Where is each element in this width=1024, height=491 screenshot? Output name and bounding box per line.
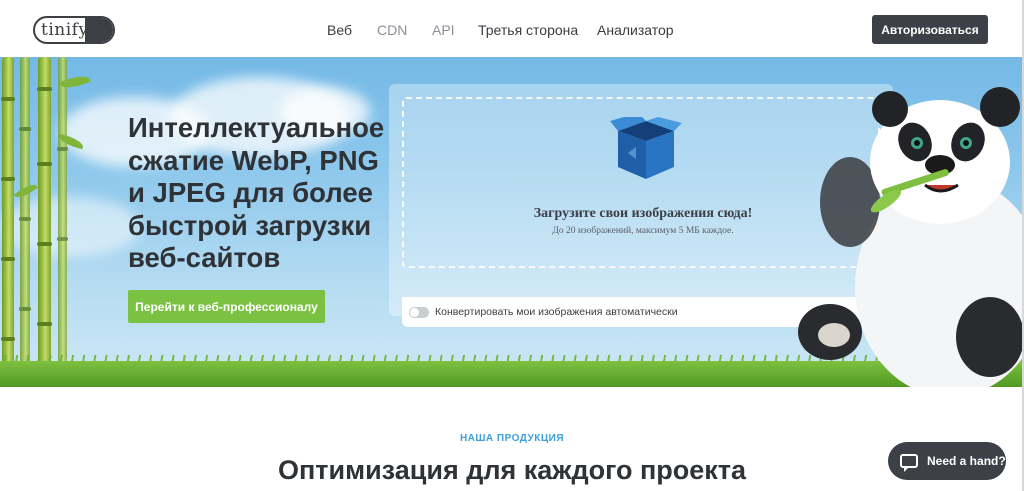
site-header: tinify Веб CDN API Третья сторона Анализ…	[0, 0, 1024, 57]
products-kicker: НАША ПРОДУКЦИЯ	[459, 433, 565, 444]
web-pro-button[interactable]: Перейти к веб-профессионалу	[128, 290, 325, 323]
hero-section: Интеллектуальное сжатие WebP, PNG и JPEG…	[0, 57, 1022, 387]
upload-box-icon	[610, 117, 682, 179]
login-button[interactable]: Авторизоваться	[872, 15, 988, 44]
bamboo-stalk	[1, 57, 15, 367]
nav-item-analyzer[interactable]: Анализатор	[597, 22, 674, 38]
panda-illustration	[798, 87, 1022, 387]
nav-item-api[interactable]: API	[432, 22, 455, 38]
nav-item-web[interactable]: Веб	[327, 22, 352, 38]
bamboo-stalk	[37, 57, 52, 367]
auto-convert-label: Конвертировать мои изображения автоматич…	[435, 306, 678, 318]
products-title: Оптимизация для каждого проекта	[277, 455, 747, 485]
help-chat-button[interactable]: Need a hand?	[888, 442, 1006, 480]
hero-headline: Интеллектуальное сжатие WebP, PNG и JPEG…	[128, 112, 385, 273]
auto-convert-toggle[interactable]	[409, 306, 429, 318]
help-label: Need a hand?	[927, 454, 1006, 468]
bamboo-stalk	[19, 57, 31, 367]
nav-item-cdn[interactable]: CDN	[377, 22, 407, 38]
nav-item-third-party[interactable]: Третья сторона	[478, 22, 578, 38]
main-nav: Веб CDN API Третья сторона Анализатор	[0, 22, 1024, 38]
chat-icon	[900, 454, 918, 472]
bamboo-stalk	[57, 57, 68, 367]
